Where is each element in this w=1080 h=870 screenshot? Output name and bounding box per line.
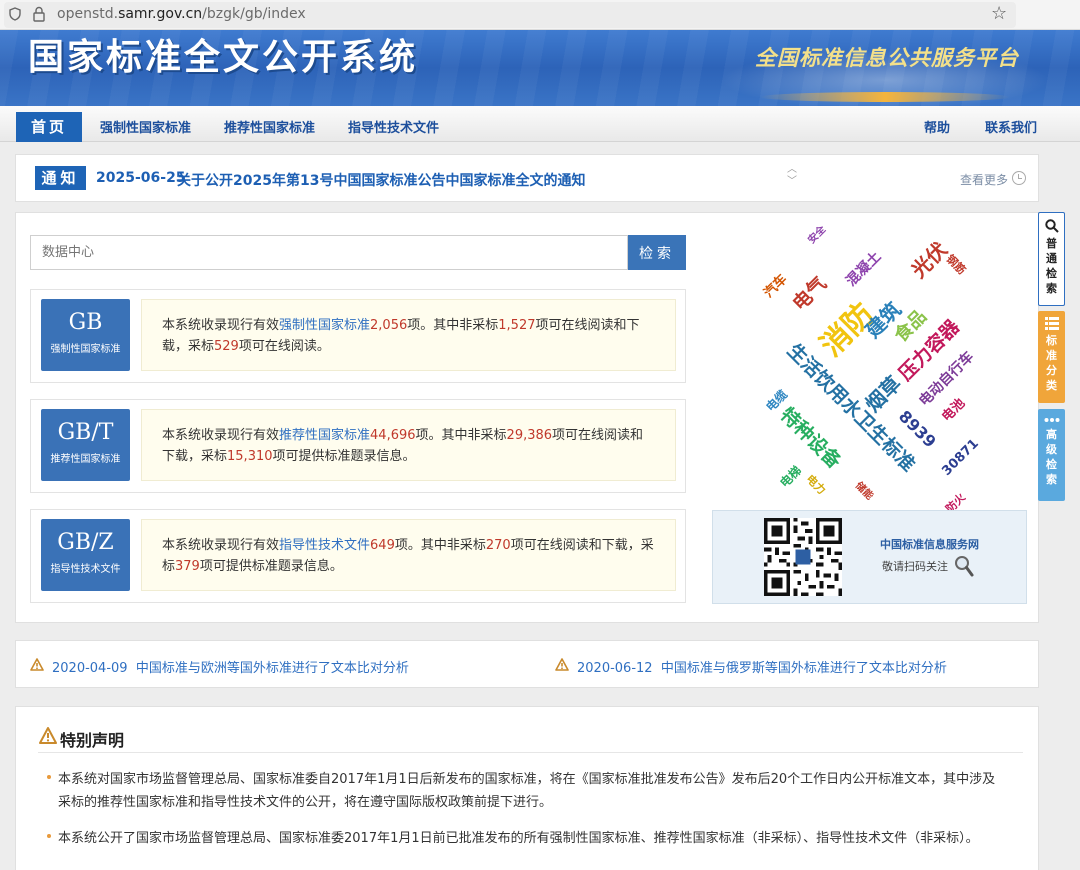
gbz-description: 本系统收录现行有效指导性技术文件649项。其中非采标270项可在线阅读和下载，采… bbox=[141, 519, 676, 591]
standard-card-gbz: GB/Z 指导性技术文件 本系统收录现行有效指导性技术文件649项。其中非采标2… bbox=[30, 509, 686, 603]
statement-paragraph-1: 本系统对国家市场监督管理总局、国家标准委自2017年1月1日后新发布的国家标准，… bbox=[58, 772, 996, 810]
cloud-word[interactable]: 电力 bbox=[804, 472, 829, 497]
keyword-cloud: 安全 汽车 电气 混凝土 光伏 钢筋 消防 建筑 食品 压力容器 生活饮用水卫生… bbox=[712, 223, 1030, 515]
cloud-word[interactable]: 30871 bbox=[939, 436, 982, 479]
search-button[interactable]: 检索 bbox=[628, 235, 686, 270]
gbt-link[interactable]: 推荐性国家标准 bbox=[279, 428, 370, 443]
gb-description: 本系统收录现行有效强制性国家标准2,056项。其中非采标1,527项可在线阅读和… bbox=[141, 299, 676, 371]
side-category-label: 标准分类 bbox=[1046, 334, 1057, 392]
warning-icon bbox=[39, 727, 57, 744]
qr-scan-text: 敬请扫码关注 bbox=[882, 560, 948, 573]
statement-paragraph-2: 本系统公开了国家市场监督管理总局、国家标准委2017年1月1日前已批准发布的所有… bbox=[58, 831, 979, 846]
gbz-link[interactable]: 指导性技术文件 bbox=[279, 538, 370, 553]
special-statement: 特别声明 本系统对国家市场监督管理总局、国家标准委自2017年1月1日后新发布的… bbox=[15, 706, 1039, 870]
side-general-search[interactable]: 普通检索 bbox=[1038, 212, 1065, 306]
nav-home[interactable]: 首页 bbox=[16, 112, 82, 142]
notice-bar: 通知 2025-06-25 关于公开2025年第13号中国国家标准公告中国家标准… bbox=[15, 154, 1039, 202]
site-banner: 国家标准全文公开系统 全国标准信息公共服务平台 bbox=[0, 30, 1080, 106]
qr-panel: 中国标准信息服务网 敬请扫码关注 bbox=[712, 510, 1027, 604]
standard-card-gb: GB 强制性国家标准 本系统收录现行有效强制性国家标准2,056项。其中非采标1… bbox=[30, 289, 686, 383]
notice-link[interactable]: 关于公开2025年第13号中国国家标准公告中国家标准全文的通知 bbox=[177, 170, 585, 190]
main-panel: 检索 GB 强制性国家标准 本系统收录现行有效强制性国家标准2,056项。其中非… bbox=[15, 212, 1039, 623]
cloud-word[interactable]: 电池 bbox=[939, 396, 968, 425]
announcements-bar: 2020-04-09 中国标准与欧洲等国外标准进行了文本比对分析 2020-06… bbox=[15, 640, 1039, 688]
magnifier-icon bbox=[955, 556, 974, 577]
standard-card-gbt: GB/T 推荐性国家标准 本系统收录现行有效推荐性国家标准44,696项。其中非… bbox=[30, 399, 686, 493]
cloud-word[interactable]: 特种设备 bbox=[776, 404, 845, 473]
more-dots-icon bbox=[1044, 418, 1059, 422]
gbt-category-button[interactable]: GB/T 推荐性国家标准 bbox=[41, 409, 130, 481]
qr-code-icon bbox=[764, 518, 842, 596]
cloud-word[interactable]: 钢筋 bbox=[944, 252, 969, 277]
cloud-word[interactable]: 混凝土 bbox=[843, 249, 884, 290]
gb-category-button[interactable]: GB 强制性国家标准 bbox=[41, 299, 130, 371]
nav-mandatory-standards[interactable]: 强制性国家标准 bbox=[100, 117, 191, 136]
site-slogan: 全国标准信息公共服务平台 bbox=[755, 45, 1019, 70]
gbz-category-button[interactable]: GB/Z 指导性技术文件 bbox=[41, 519, 130, 591]
announcement-link-1[interactable]: 2020-04-09 中国标准与欧洲等国外标准进行了文本比对分析 bbox=[52, 657, 409, 676]
cloud-word[interactable]: 电气 bbox=[789, 273, 831, 315]
cloud-word[interactable]: 储能 bbox=[853, 480, 875, 502]
announcement-link-2[interactable]: 2020-06-12 中国标准与俄罗斯等国外标准进行了文本比对分析 bbox=[577, 657, 947, 676]
side-advanced-search[interactable]: 高级检索 bbox=[1038, 409, 1065, 501]
qr-site-name: 中国标准信息服务网 bbox=[880, 538, 979, 551]
list-icon bbox=[1044, 317, 1059, 330]
warning-icon bbox=[555, 658, 569, 671]
nav-recommended-standards[interactable]: 推荐性国家标准 bbox=[224, 117, 315, 136]
shield-icon[interactable] bbox=[9, 7, 21, 21]
notice-date[interactable]: 2025-06-25 bbox=[96, 170, 186, 186]
side-category[interactable]: 标准分类 bbox=[1038, 311, 1065, 403]
url-text[interactable]: openstd.samr.gov.cn/bzgk/gb/index bbox=[57, 6, 306, 22]
notice-scroll-arrows-icon[interactable]: ︿ ﹀ bbox=[787, 164, 797, 188]
side-general-label: 普通检索 bbox=[1046, 237, 1057, 295]
side-advanced-label: 高级检索 bbox=[1046, 428, 1057, 486]
main-nav: 首页 强制性国家标准 推荐性国家标准 指导性技术文件 帮助 联系我们 bbox=[0, 106, 1080, 142]
gbt-description: 本系统收录现行有效推荐性国家标准44,696项。其中非采标29,386项可在线阅… bbox=[141, 409, 676, 481]
gb-link[interactable]: 强制性国家标准 bbox=[279, 318, 370, 333]
view-more-link[interactable]: 查看更多 bbox=[960, 171, 1008, 188]
search-icon bbox=[1044, 219, 1059, 233]
cloud-word[interactable]: 电梯 bbox=[777, 463, 804, 490]
nav-contact[interactable]: 联系我们 bbox=[985, 117, 1037, 136]
clock-icon bbox=[1012, 171, 1026, 185]
browser-address-bar: openstd.samr.gov.cn/bzgk/gb/index ☆ bbox=[0, 0, 1080, 30]
site-title: 国家标准全文公开系统 bbox=[28, 37, 419, 78]
search-input[interactable] bbox=[30, 235, 628, 270]
cloud-word[interactable]: 安全 bbox=[806, 224, 828, 246]
nav-help[interactable]: 帮助 bbox=[924, 117, 950, 136]
statement-title: 特别声明 bbox=[60, 731, 125, 750]
bookmark-star-icon[interactable]: ☆ bbox=[991, 4, 1007, 24]
nav-guidance-documents[interactable]: 指导性技术文件 bbox=[348, 117, 439, 136]
notice-badge: 通知 bbox=[35, 166, 86, 190]
cloud-word[interactable]: 生活饮用水卫生标准 bbox=[783, 340, 919, 476]
warning-icon bbox=[30, 658, 44, 671]
cloud-word[interactable]: 汽车 bbox=[761, 272, 790, 301]
lock-icon[interactable] bbox=[33, 6, 45, 22]
